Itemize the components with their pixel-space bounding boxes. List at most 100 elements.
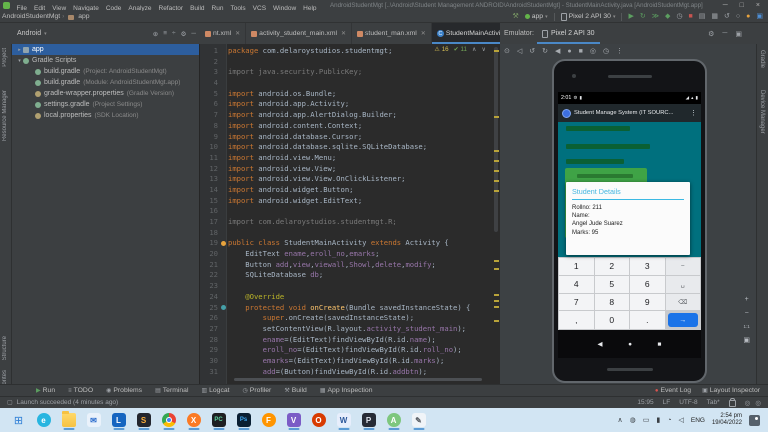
search-icon[interactable]: ○ <box>736 13 740 20</box>
taskbar-app-chrome[interactable] <box>156 409 181 431</box>
taskbar-app-pycharm[interactable]: PC <box>206 409 231 431</box>
caret-position[interactable]: 15:95 <box>637 399 653 406</box>
taskbar-app-xampp[interactable]: X <box>181 409 206 431</box>
tool-strip-device-manager[interactable]: Device Manager <box>759 90 765 134</box>
next-issue-icon[interactable]: ∨ <box>481 46 486 53</box>
line-ending[interactable]: LF <box>663 399 671 406</box>
expand-arrow-icon[interactable]: ▸ <box>16 47 23 53</box>
rotate-left-icon[interactable]: ↺ <box>529 47 535 55</box>
run-icon[interactable]: ▶ <box>628 13 633 20</box>
breadcrumb-module[interactable]: app <box>76 13 91 20</box>
edittext-hint-3[interactable] <box>566 159 624 164</box>
tree-item-Gradle-Scripts[interactable]: ▾ Gradle Scripts <box>12 55 199 66</box>
onedrive-icon[interactable]: ◍ <box>630 416 636 424</box>
key-4[interactable]: 4 <box>559 275 594 293</box>
key-enter[interactable]: → <box>667 313 698 327</box>
stop-icon[interactable]: ■ <box>689 13 693 20</box>
toolwindow-logcat[interactable]: ▥ Logcat <box>201 387 229 394</box>
file-encoding[interactable]: UTF-8 <box>679 399 697 406</box>
fit-screen-icon[interactable]: ▣ <box>743 336 750 344</box>
tab-student_man-xml[interactable]: student_man.xml ✕ <box>352 23 432 44</box>
volume-icon[interactable]: ◁ <box>678 416 683 424</box>
key-9[interactable]: 9 <box>630 293 665 311</box>
home-icon[interactable]: ● <box>567 48 571 55</box>
key-8[interactable]: 8 <box>594 293 629 311</box>
inspection-widget[interactable]: ⚠ 16 ✔ 11 ∧ ∨ <box>434 46 486 53</box>
taskbar-app-mail[interactable]: ✉ <box>81 409 106 431</box>
screenshot-icon[interactable]: ◎ <box>590 47 596 55</box>
tree-item-build-gradle[interactable]: build.gradle (Project: AndroidStudentMgt) <box>12 66 199 77</box>
edittext-hint-2[interactable] <box>566 144 650 149</box>
editor-vertical-scrollbar[interactable] <box>494 47 498 232</box>
minimize-icon[interactable]: ─ <box>722 30 727 38</box>
overflow-menu-icon[interactable]: ⋮ <box>690 109 697 117</box>
collapse-all-icon[interactable]: ÷ <box>172 30 176 38</box>
debug-icon[interactable]: ◆ <box>665 13 670 20</box>
close-icon[interactable]: × <box>756 2 760 9</box>
taskbar-app-pen-app[interactable]: ✎ <box>406 409 431 431</box>
toolwindow-app-inspection[interactable]: ▦ App Inspection <box>320 387 373 394</box>
gradle-status-icon[interactable]: ● <box>746 13 750 20</box>
toolwindow-layout-inspector[interactable]: ▣ Layout Inspector <box>702 387 760 394</box>
key-5[interactable]: 5 <box>594 275 629 293</box>
close-tab-icon[interactable]: ✕ <box>421 30 426 37</box>
lock-icon[interactable] <box>728 397 736 407</box>
key-3[interactable]: 3 <box>630 258 665 275</box>
start-button[interactable]: ⊞ <box>6 409 31 431</box>
apply-code-changes-icon[interactable]: ≫ <box>652 13 659 20</box>
code-editor[interactable]: 1 package com.delaroystudios.studentmgt; 2… <box>200 44 500 384</box>
volume-icon[interactable]: ◁ <box>517 47 522 55</box>
key-1[interactable]: 1 <box>559 258 594 275</box>
tree-item-local-properties[interactable]: local.properties (SDK Location) <box>12 110 199 121</box>
float-window-icon[interactable]: ▣ <box>735 30 742 38</box>
tray-expand-icon[interactable]: ∧ <box>618 416 623 424</box>
tool-strip-project[interactable]: Project <box>2 48 8 67</box>
tree-item-settings-gradle[interactable]: settings.gradle (Project Settings) <box>12 99 199 110</box>
taskbar-app-file-explorer[interactable] <box>56 409 81 431</box>
home-icon[interactable]: ● <box>628 341 632 348</box>
rotate-right-icon[interactable]: ↻ <box>542 47 548 55</box>
display-icon[interactable]: ▭ <box>643 416 650 424</box>
key-minus[interactable]: − <box>665 258 700 275</box>
settings-icon[interactable]: ⚙ <box>181 30 187 38</box>
project-view-header[interactable]: Android ▾ ⊕ ≡ ÷ ⚙ ─ <box>12 23 200 44</box>
back-icon[interactable]: ◀ <box>598 340 603 348</box>
tree-item-app[interactable]: ▸ app <box>12 44 199 55</box>
overview-icon[interactable]: ■ <box>658 341 662 348</box>
settings-icon[interactable]: ⚙ <box>708 30 714 38</box>
device-select[interactable]: Pixel 2 API 30 ▾ <box>560 12 615 21</box>
taskbar-app-app-dark[interactable]: P <box>356 409 381 431</box>
snapshot-icon[interactable]: ◷ <box>603 47 609 55</box>
back-icon[interactable]: ◀ <box>555 47 560 55</box>
expand-arrow-icon[interactable]: ▾ <box>16 58 23 64</box>
taskbar-app-app-l[interactable]: L <box>106 409 131 431</box>
device-file-explorer-icon[interactable]: ▤ <box>699 13 706 20</box>
hide-panel-icon[interactable]: ─ <box>191 30 196 38</box>
toolwindow-problems[interactable]: ◉ Problems <box>106 387 142 394</box>
toolwindow-profiler[interactable]: ◷ Profiler <box>243 387 272 394</box>
taskbar-app-office[interactable]: O <box>306 409 331 431</box>
toolwindow-terminal[interactable]: ▤ Terminal <box>155 387 188 394</box>
project-view-selector[interactable]: Android <box>17 30 41 37</box>
battery-icon[interactable]: ▮ <box>656 416 660 424</box>
tray-clock[interactable]: 2:54 pm 19/04/2022 <box>712 413 742 427</box>
profiler-icon[interactable]: ◷ <box>676 13 682 20</box>
key-backspace[interactable]: ⌫ <box>665 293 700 311</box>
taskbar-app-photoshop[interactable]: Ps <box>231 409 256 431</box>
key-6[interactable]: 6 <box>630 275 665 293</box>
network-icon[interactable]: ◔ <box>667 417 671 424</box>
tab-StudentMainActivity-java[interactable]: CStudentMainActivity.java <box>431 23 500 44</box>
tray-language[interactable]: ENG <box>691 417 705 424</box>
toolwindow-todo[interactable]: ≡ TODO <box>68 387 93 394</box>
toolwindow-toggle-icon[interactable]: ▢ <box>7 399 13 406</box>
toolwindow-event-log[interactable]: ● Event Log <box>655 387 691 394</box>
run-configuration-select[interactable]: app ▾ <box>524 13 548 20</box>
close-tab-icon[interactable]: ✕ <box>341 30 346 37</box>
taskbar-app-edge[interactable]: e <box>31 409 56 431</box>
build-hammer-icon[interactable]: ⚒ <box>512 13 518 20</box>
close-tab-icon[interactable]: ✕ <box>235 30 240 37</box>
tool-strip-structure[interactable]: Structure <box>2 336 8 360</box>
sync-icon[interactable]: ↺ <box>724 13 730 20</box>
tool-strip-gradle[interactable]: Gradle <box>759 50 765 68</box>
prev-issue-icon[interactable]: ∧ <box>472 46 477 53</box>
